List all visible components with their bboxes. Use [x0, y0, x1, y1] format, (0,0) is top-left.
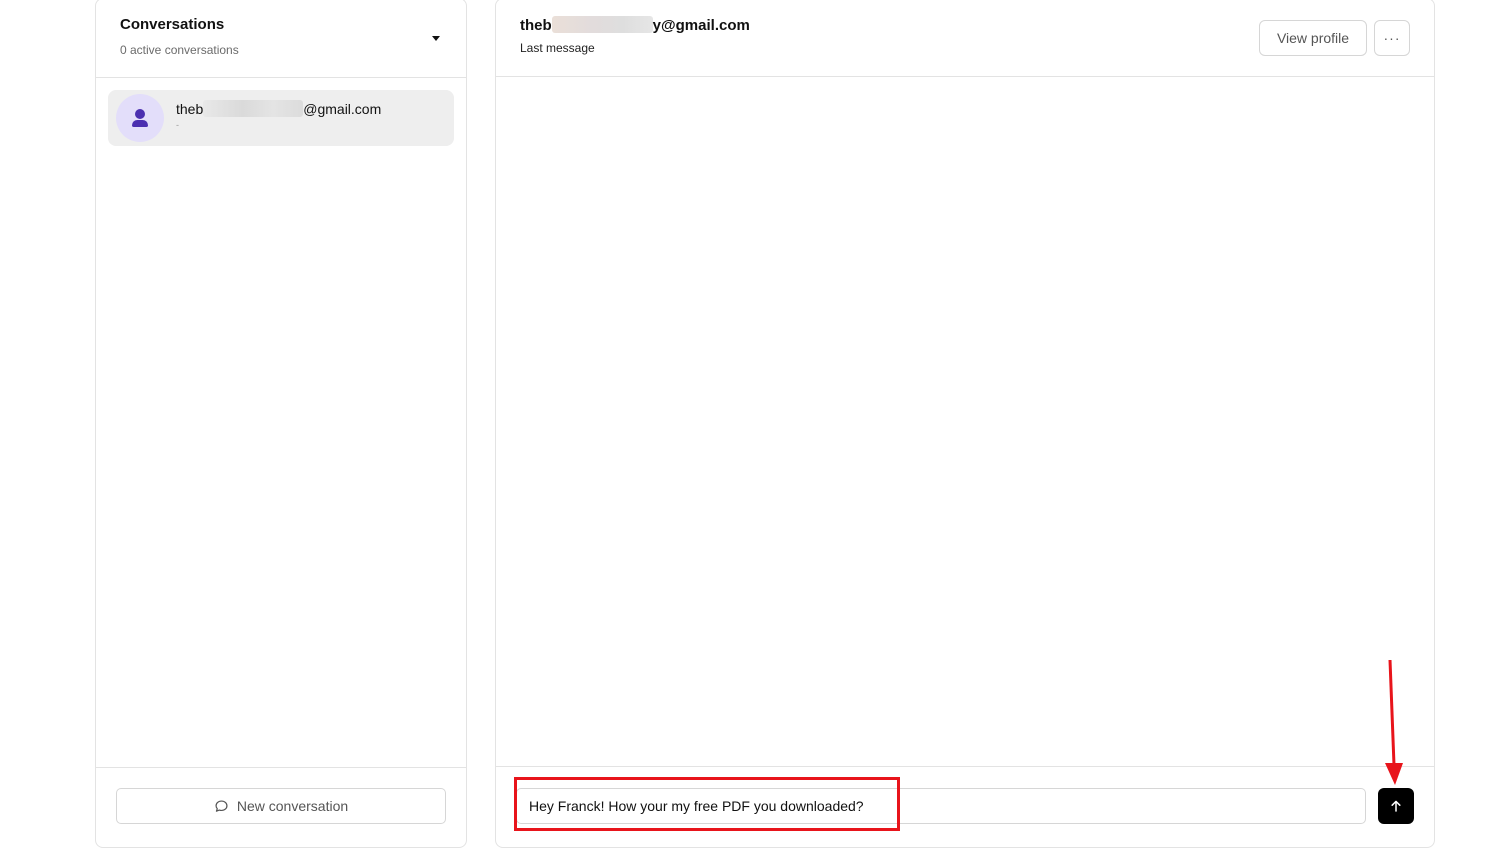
chat-last-message: Last message — [520, 41, 595, 55]
arrow-up-icon — [1391, 800, 1401, 812]
message-composer — [496, 766, 1434, 849]
conversation-email-suffix: @gmail.com — [303, 101, 382, 117]
new-conversation-label: New conversation — [236, 798, 349, 814]
conversations-title: Conversations — [120, 16, 225, 33]
send-button[interactable] — [1378, 788, 1414, 824]
chat-email-suffix: y@gmail.com — [652, 17, 750, 34]
conversation-list-item[interactable]: theb @gmail.com - — [108, 90, 454, 146]
conversations-panel: Conversations 0 active conversations the… — [95, 0, 467, 848]
message-input[interactable] — [516, 788, 1366, 824]
conversation-last-message: - — [176, 120, 179, 130]
redacted-text — [203, 100, 304, 117]
redacted-text — [551, 16, 653, 33]
conversation-email-prefix: theb — [176, 101, 204, 117]
conversation-email: theb @gmail.com — [176, 100, 381, 117]
active-conversations-count: 0 active conversations — [120, 43, 239, 57]
more-options-button[interactable]: ··· — [1374, 20, 1410, 56]
avatar — [116, 94, 164, 142]
new-conversation-button[interactable]: New conversation — [116, 788, 446, 824]
chat-bubble-icon — [215, 799, 228, 812]
conversations-footer: New conversation — [96, 767, 466, 849]
view-profile-button[interactable]: View profile — [1259, 20, 1367, 56]
chat-contact-email: theb y@gmail.com — [520, 16, 750, 34]
chat-header: theb y@gmail.com Last message View profil… — [496, 0, 1434, 77]
chat-panel: theb y@gmail.com Last message View profil… — [495, 0, 1435, 848]
ellipsis-icon: ··· — [1383, 30, 1401, 46]
caret-down-icon[interactable] — [432, 36, 440, 41]
chat-email-prefix: theb — [520, 17, 552, 34]
conversations-header: Conversations 0 active conversations — [96, 0, 466, 78]
